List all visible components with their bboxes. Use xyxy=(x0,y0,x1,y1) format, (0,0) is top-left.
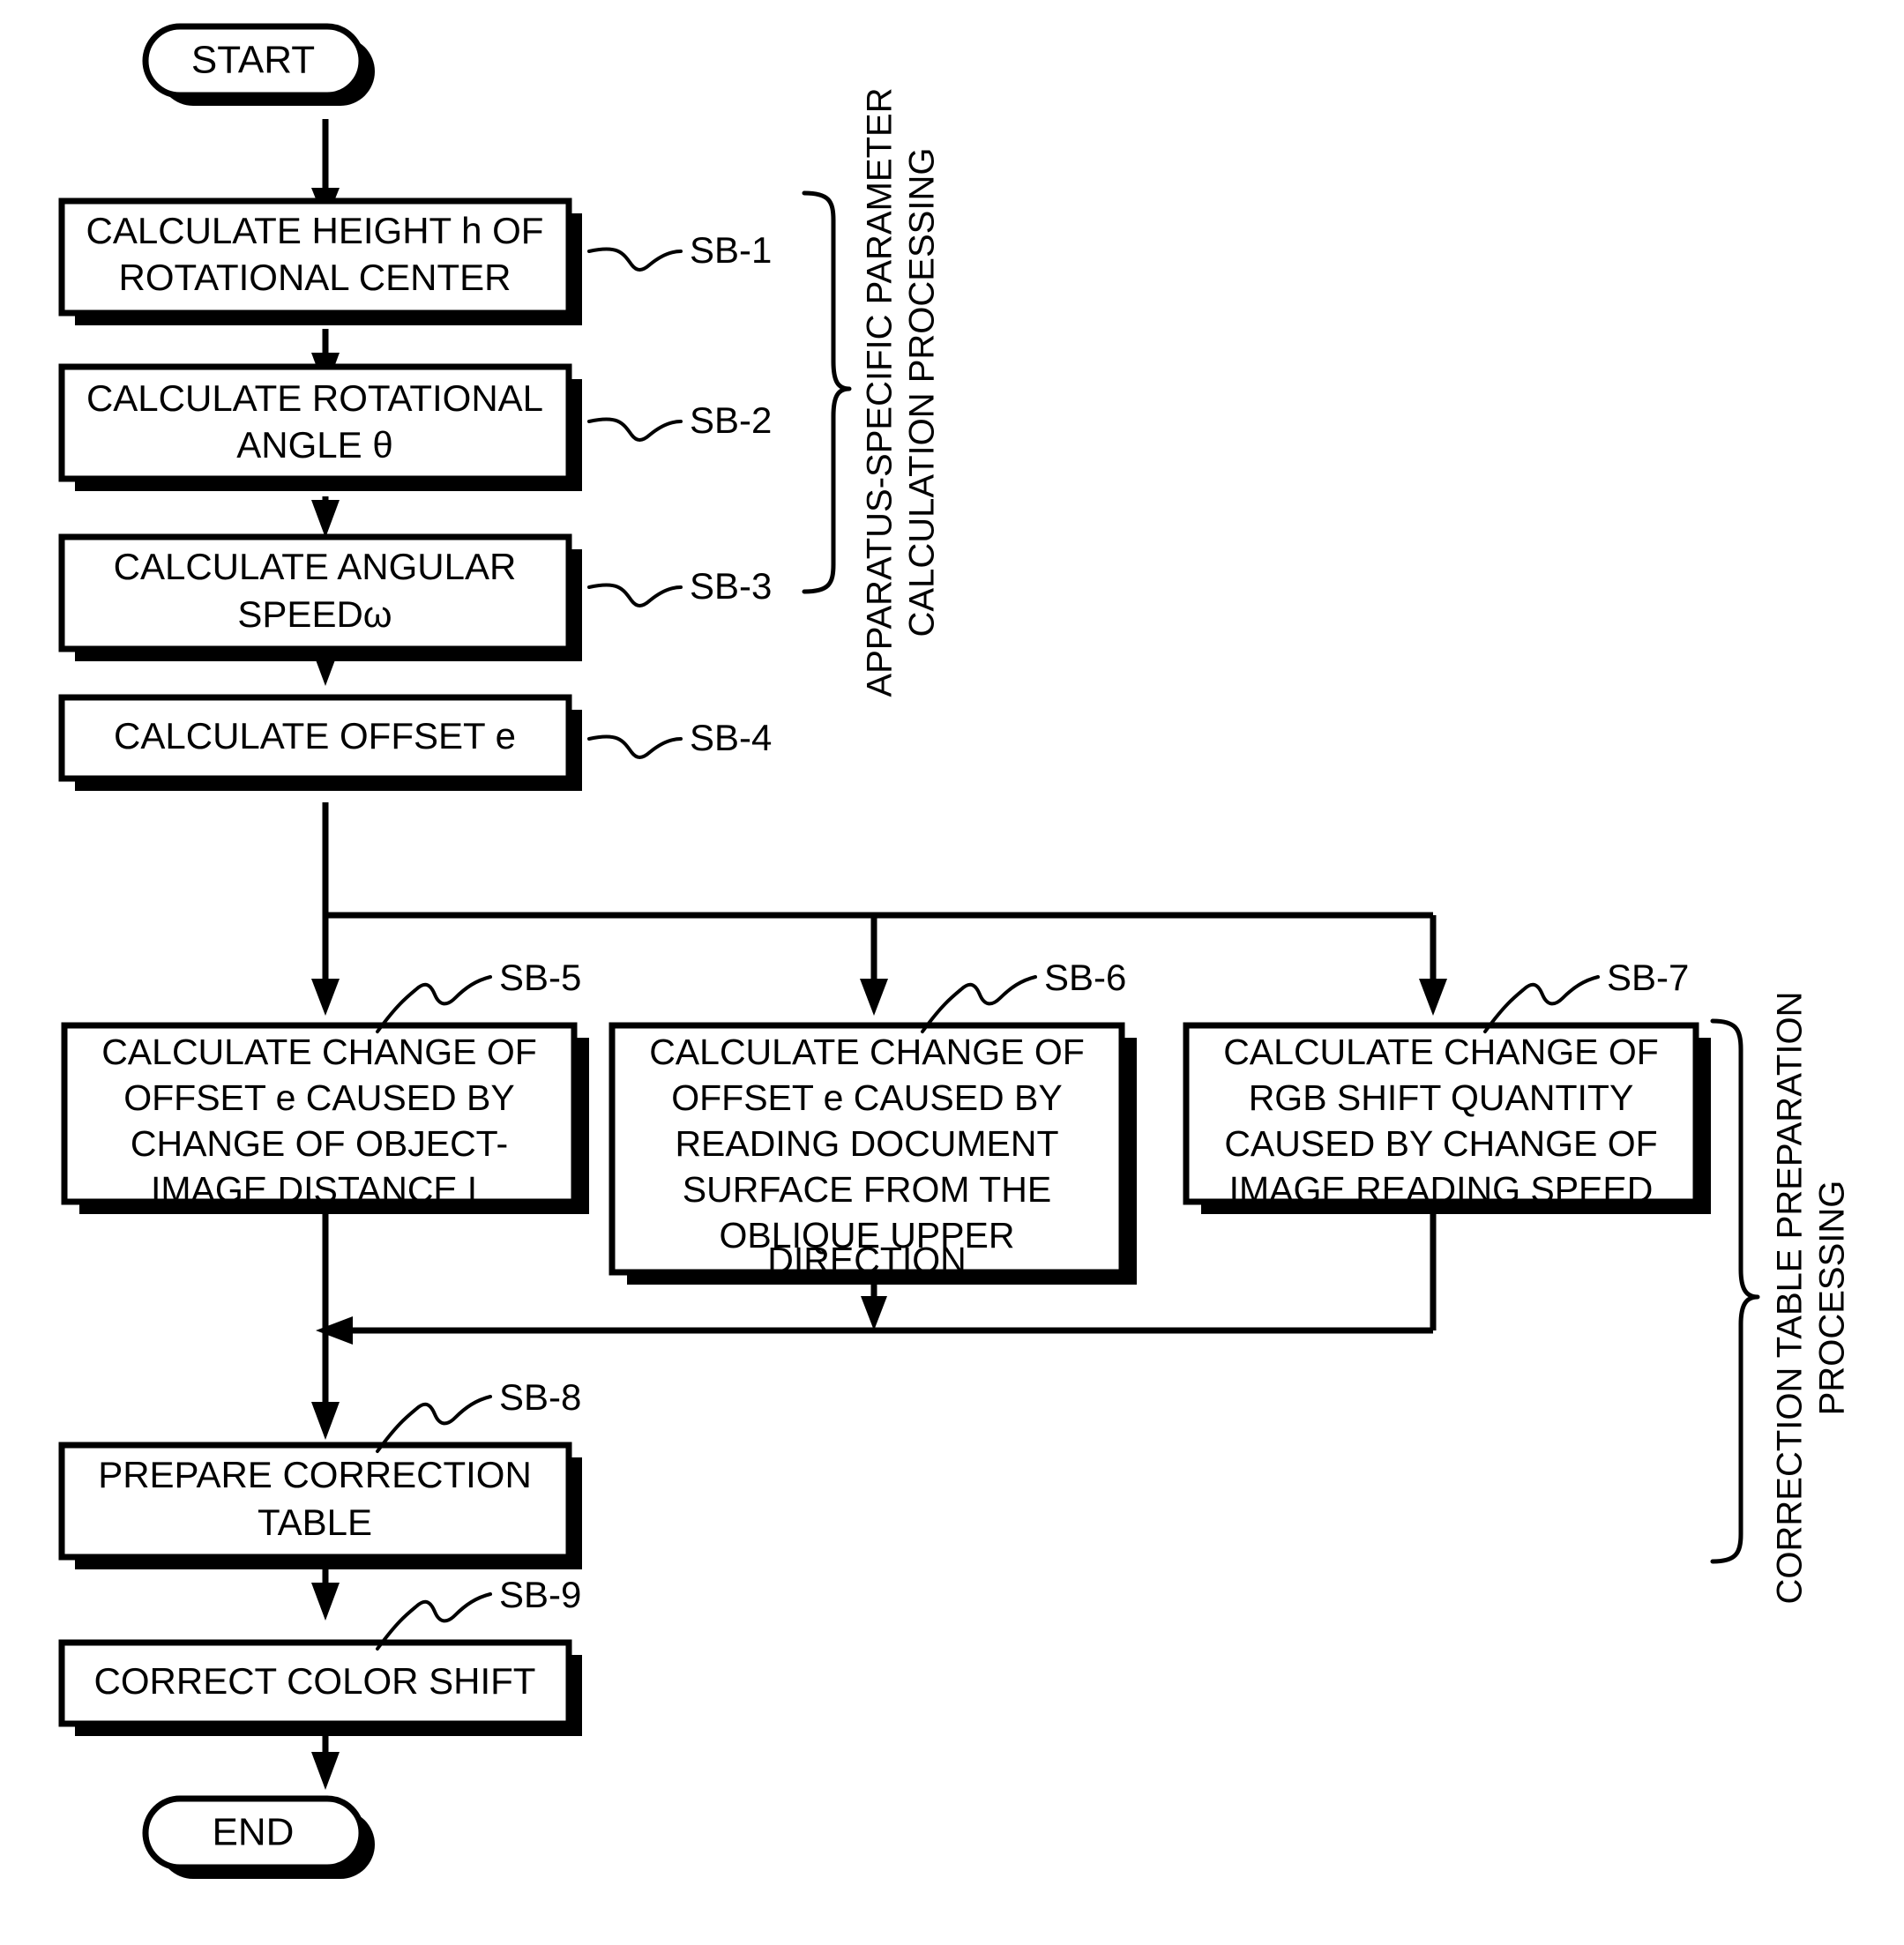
sb9-ref-label: SB-9 xyxy=(499,1574,581,1615)
sb8-line-2: TABLE xyxy=(258,1502,372,1543)
sb3-ref-label: SB-3 xyxy=(690,565,772,607)
arrowhead-bus-to-sb7 xyxy=(1419,979,1447,1016)
arrowhead-sb2-to-sb3 xyxy=(311,500,340,538)
sb5-line-3: CHANGE OF OBJECT- xyxy=(131,1123,508,1164)
sb5-line-1: CALCULATE CHANGE OF xyxy=(101,1032,537,1072)
process-sb1: CALCULATE HEIGHT h OF ROTATIONAL CENTER … xyxy=(58,197,772,325)
sb4-line-1: CALCULATE OFFSET e xyxy=(114,715,516,756)
arrowhead-merge-bus xyxy=(316,1316,353,1345)
sb6-line-6: DIRECTION xyxy=(767,1240,967,1280)
sb6-line-3: READING DOCUMENT xyxy=(675,1123,1058,1164)
process-sb4: CALCULATE OFFSET e SB-4 xyxy=(58,694,772,791)
arrowhead-bus-to-sb5 xyxy=(311,979,340,1016)
lower-group-label-line-2: PROCESSING xyxy=(1813,1181,1852,1416)
sb3-line-1: CALCULATE ANGULAR xyxy=(114,546,517,587)
upper-brace-shape xyxy=(802,190,852,594)
sb3-line-2: SPEEDω xyxy=(237,593,392,635)
process-sb2: CALCULATE ROTATIONAL ANGLE θ SB-2 xyxy=(58,363,772,491)
end-label: END xyxy=(213,1811,295,1854)
flowchart-svg: START CALCULATE HEIGHT h OF ROTATIONAL C… xyxy=(58,23,1852,1879)
sb7-line-3: CAUSED BY CHANGE OF xyxy=(1224,1123,1657,1164)
sb7-line-4: IMAGE READING SPEED xyxy=(1229,1169,1654,1210)
upper-group-label-line-2: CALCULATION PROCESSING xyxy=(903,148,942,637)
sb1-leader-line xyxy=(587,247,683,272)
sb4-ref-label: SB-4 xyxy=(690,717,772,758)
sb2-line-2: ANGLE θ xyxy=(236,424,392,466)
sb1-line-2: ROTATIONAL CENTER xyxy=(119,257,511,298)
upper-group-label-line-1: APPARATUS-SPECIFIC PARAMETER xyxy=(861,87,900,697)
sb6-line-4: SURFACE FROM THE xyxy=(683,1169,1051,1210)
flowchart-canvas: START CALCULATE HEIGHT h OF ROTATIONAL C… xyxy=(0,0,1904,1945)
sb3-leader-line xyxy=(587,583,683,607)
sb5-line-4: IMAGE DISTANCE L xyxy=(151,1169,488,1210)
sb9-line-1: CORRECT COLOR SHIFT xyxy=(94,1660,536,1702)
sb2-line-1: CALCULATE ROTATIONAL xyxy=(86,377,543,419)
group-brace-lower: CORRECTION TABLE PREPARATION PROCESSING xyxy=(1710,992,1852,1605)
sb2-leader-line xyxy=(587,417,683,442)
group-brace-upper: APPARATUS-SPECIFIC PARAMETER CALCULATION… xyxy=(802,87,942,697)
sb7-line-2: RGB SHIFT QUANTITY xyxy=(1249,1077,1634,1118)
arrowhead-sb9-to-end xyxy=(311,1752,340,1790)
process-sb3: CALCULATE ANGULAR SPEEDω SB-3 xyxy=(58,533,772,661)
sb8-line-1: PREPARE CORRECTION xyxy=(98,1454,532,1495)
sb5-line-2: OFFSET e CAUSED BY xyxy=(123,1077,515,1118)
sb1-line-1: CALCULATE HEIGHT h OF xyxy=(86,210,544,251)
arrowhead-sb8-to-sb9 xyxy=(311,1583,340,1621)
sb6-line-1: CALCULATE CHANGE OF xyxy=(649,1032,1085,1072)
lower-group-label-line-1: CORRECTION TABLE PREPARATION xyxy=(1771,992,1810,1605)
arrowhead-sb6-to-merge xyxy=(861,1296,887,1330)
sb5-ref-label: SB-5 xyxy=(499,957,581,998)
terminal-end: END xyxy=(142,1795,375,1879)
terminal-start: START xyxy=(142,23,375,106)
arrowhead-bus-to-sb6 xyxy=(860,979,888,1016)
arrowhead-merge-to-sb8 xyxy=(311,1402,340,1440)
lower-brace-shape xyxy=(1710,1018,1760,1564)
sb6-ref-label: SB-6 xyxy=(1044,957,1126,998)
start-label: START xyxy=(191,39,315,82)
sb7-line-1: CALCULATE CHANGE OF xyxy=(1223,1032,1659,1072)
sb6-line-2: OFFSET e CAUSED BY xyxy=(671,1077,1063,1118)
sb2-ref-label: SB-2 xyxy=(690,399,772,441)
process-sb7: CALCULATE CHANGE OF RGB SHIFT QUANTITY C… xyxy=(1183,957,1711,1214)
sb8-ref-label: SB-8 xyxy=(499,1376,581,1418)
sb7-ref-label: SB-7 xyxy=(1607,957,1689,998)
sb1-ref-label: SB-1 xyxy=(690,229,772,271)
sb4-leader-line xyxy=(587,734,683,759)
